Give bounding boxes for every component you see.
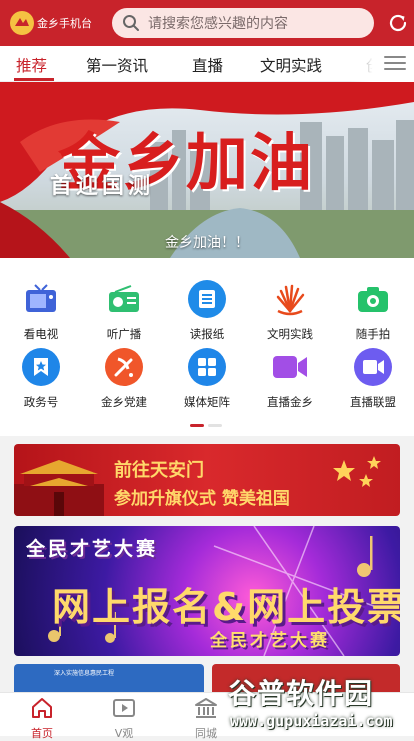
- section-divider: [0, 436, 414, 442]
- channel-tabs: 推荐 第一资讯 直播 文明实践 创: [0, 46, 414, 82]
- service-civilization-practice[interactable]: 文明实践: [249, 278, 331, 342]
- nav-home[interactable]: 首页: [12, 697, 72, 741]
- app-name: 金乡手机台: [37, 17, 92, 30]
- city-icon: [195, 698, 217, 718]
- search-icon: [123, 15, 139, 31]
- tab-live[interactable]: 直播: [192, 54, 223, 76]
- service-media-matrix[interactable]: 媒体矩阵: [166, 346, 248, 410]
- channel-menu-icon[interactable]: [384, 56, 406, 72]
- tab-first-news[interactable]: 第一资讯: [86, 54, 148, 76]
- service-label: 文明实践: [267, 327, 313, 341]
- nav-home-label: 首页: [31, 727, 53, 740]
- nav-v-watch-label: V观: [114, 727, 134, 740]
- promo-talent-top: 全民才艺大赛: [26, 538, 159, 560]
- nav-v-watch[interactable]: V观: [94, 697, 154, 741]
- banner-caption: 金乡加油！！: [165, 235, 249, 251]
- promo-talent-contest[interactable]: 全民才艺大赛 网上报名&网上投票 全民才艺大赛: [14, 526, 400, 656]
- service-label: 金乡党建: [101, 395, 147, 409]
- active-tab-indicator: [14, 78, 54, 81]
- live-alliance-icon: [352, 346, 394, 388]
- promo-partial-text: 深入实施信息惠民工程: [54, 670, 115, 677]
- service-party-building[interactable]: 金乡党建: [83, 346, 165, 410]
- service-live-jinxiang[interactable]: 直播金乡: [249, 346, 331, 410]
- refresh-icon: [389, 14, 407, 32]
- watermark-url: www.gupuxiazai.com: [230, 712, 393, 730]
- service-label: 随手拍: [355, 327, 391, 341]
- party-building-icon: [103, 346, 145, 388]
- watermark-name: 谷普软件园: [228, 677, 374, 710]
- tab-recommend[interactable]: 推荐: [16, 54, 47, 76]
- app-logo: 金乡手机台: [10, 11, 106, 35]
- service-government-account[interactable]: 政务号: [0, 346, 82, 410]
- home-icon: [32, 698, 52, 718]
- radio-icon: [103, 278, 145, 320]
- service-read-newspaper[interactable]: 读报纸: [166, 278, 248, 342]
- promo-flag-line1: 前往天安门: [114, 460, 204, 481]
- site-watermark: 谷普软件园 www.gupuxiazai.com: [226, 672, 414, 736]
- hero-banner[interactable]: 金乡加油 首迎国测 金乡加油！！: [0, 82, 414, 258]
- service-label: 政务号: [23, 395, 59, 409]
- live-video-icon: [269, 346, 311, 388]
- service-label: 媒体矩阵: [184, 395, 230, 409]
- promo-partial-blue[interactable]: 深入实施信息惠民工程: [14, 664, 204, 694]
- video-icon: [113, 699, 135, 717]
- service-label: 直播金乡: [267, 395, 313, 409]
- refresh-button[interactable]: [386, 11, 410, 35]
- banner-title: 首迎国测: [50, 173, 155, 199]
- newspaper-icon: [186, 278, 228, 320]
- search-placeholder: 请搜索您感兴趣的内容: [148, 16, 288, 32]
- service-watch-tv[interactable]: 看电视: [0, 278, 82, 342]
- promo-talent-main: 网上报名&网上投票: [52, 585, 400, 629]
- government-account-icon: [20, 346, 62, 388]
- app-header: 金乡手机台 请搜索您感兴趣的内容: [0, 0, 414, 46]
- service-label: 听广播: [106, 327, 142, 341]
- service-label: 看电视: [23, 327, 59, 341]
- promo-flag-line2: 参加升旗仪式 赞美祖国: [114, 489, 290, 509]
- tv-icon: [20, 278, 62, 320]
- tab-civilization-practice[interactable]: 文明实践: [260, 54, 322, 76]
- civilization-icon: [269, 278, 311, 320]
- promo-flag-raising[interactable]: 前往天安门 参加升旗仪式 赞美祖国: [14, 444, 400, 516]
- promo-talent-bottom: 全民才艺大赛: [210, 631, 330, 651]
- service-listen-radio[interactable]: 听广播: [83, 278, 165, 342]
- grid-page-indicator: [190, 424, 224, 427]
- service-snap-photo[interactable]: 随手拍: [332, 278, 414, 342]
- logo-emblem-icon: [10, 11, 34, 35]
- service-label: 读报纸: [189, 327, 225, 341]
- camera-icon: [352, 278, 394, 320]
- media-matrix-icon: [186, 346, 228, 388]
- search-bar[interactable]: 请搜索您感兴趣的内容: [112, 8, 374, 38]
- service-live-alliance[interactable]: 直播联盟: [332, 346, 414, 410]
- service-grid: 看电视 听广播 读报纸 文明实践 随手拍 政务号 金乡党建 媒体矩阵 直播金乡 …: [0, 258, 414, 436]
- service-label: 直播联盟: [350, 395, 396, 409]
